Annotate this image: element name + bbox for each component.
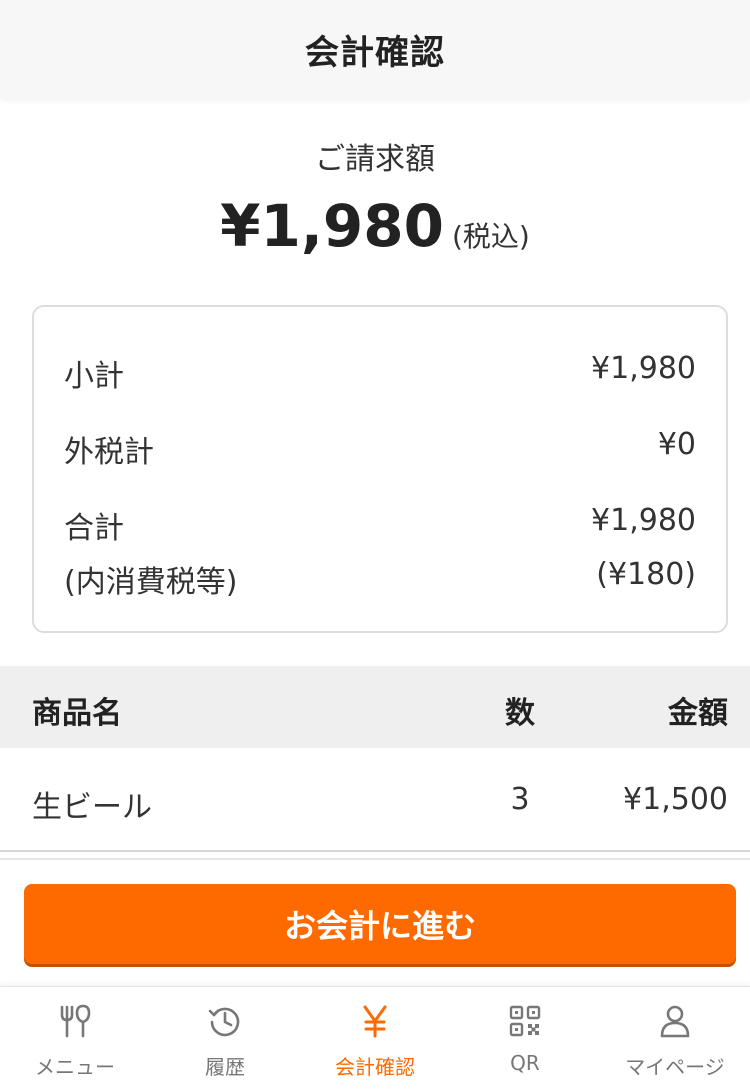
internal-tax-row: (内消費税等) (¥180) [64,557,696,601]
billing-tax-note: (税込) [451,220,530,253]
checkout-button[interactable]: お会計に進む [24,884,736,964]
page-title: 会計確認 [305,32,445,73]
app-header: 会計確認 [0,0,750,98]
nav-item-mypage[interactable]: マイページ [600,987,750,1090]
nav-item-history[interactable]: 履歴 [150,987,300,1090]
user-icon [657,1003,693,1039]
item-price: ¥1,500 [623,782,728,817]
nav-item-qr[interactable]: QR [450,987,600,1090]
nav-item-checkout[interactable]: 会計確認 [300,987,450,1090]
item-qty: 3 [510,782,530,817]
subtotal-label: 小計 [64,359,124,394]
cutlery-icon [57,1003,93,1039]
internal-tax-label: (内消費税等) [64,565,238,600]
total-label: 合計 [64,511,124,546]
billing-amount-row: ¥1,980 (税込) [0,192,750,260]
item-name: 生ビール [32,790,152,825]
internal-tax-value: (¥180) [596,557,696,592]
nav-label-menu: メニュー [35,1055,115,1079]
column-header-name: 商品名 [32,696,122,731]
nav-label-history: 履歴 [205,1055,245,1079]
billing-amount: ¥1,980 [220,192,444,260]
total-value: ¥1,980 [591,503,696,538]
divider [0,858,750,860]
nav-label-checkout: 会計確認 [335,1055,415,1079]
column-header-qty: 数 [505,696,535,731]
summary-card: 小計 ¥1,980 外税計 ¥0 合計 ¥1,980 (内消費税等) (¥180… [32,305,728,633]
nav-item-menu[interactable]: メニュー [0,987,150,1090]
external-tax-value: ¥0 [657,427,696,462]
history-icon [207,1003,243,1039]
total-row: 合計 ¥1,980 [64,503,696,547]
table-row: 生ビール 3 ¥1,500 [0,748,750,852]
yen-icon [357,1003,393,1039]
column-header-price: 金額 [668,696,728,731]
external-tax-label: 外税計 [64,435,154,470]
order-table-header: 商品名 数 金額 [0,666,750,748]
billing-label: ご請求額 [315,142,435,177]
qr-code-icon [507,1003,543,1039]
subtotal-row: 小計 ¥1,980 [64,351,696,395]
bottom-nav: メニュー 履歴 会計確認 QR マイページ [0,986,750,1090]
nav-label-qr: QR [510,1051,540,1075]
external-tax-row: 外税計 ¥0 [64,427,696,471]
nav-label-mypage: マイページ [625,1055,725,1079]
subtotal-value: ¥1,980 [591,351,696,386]
